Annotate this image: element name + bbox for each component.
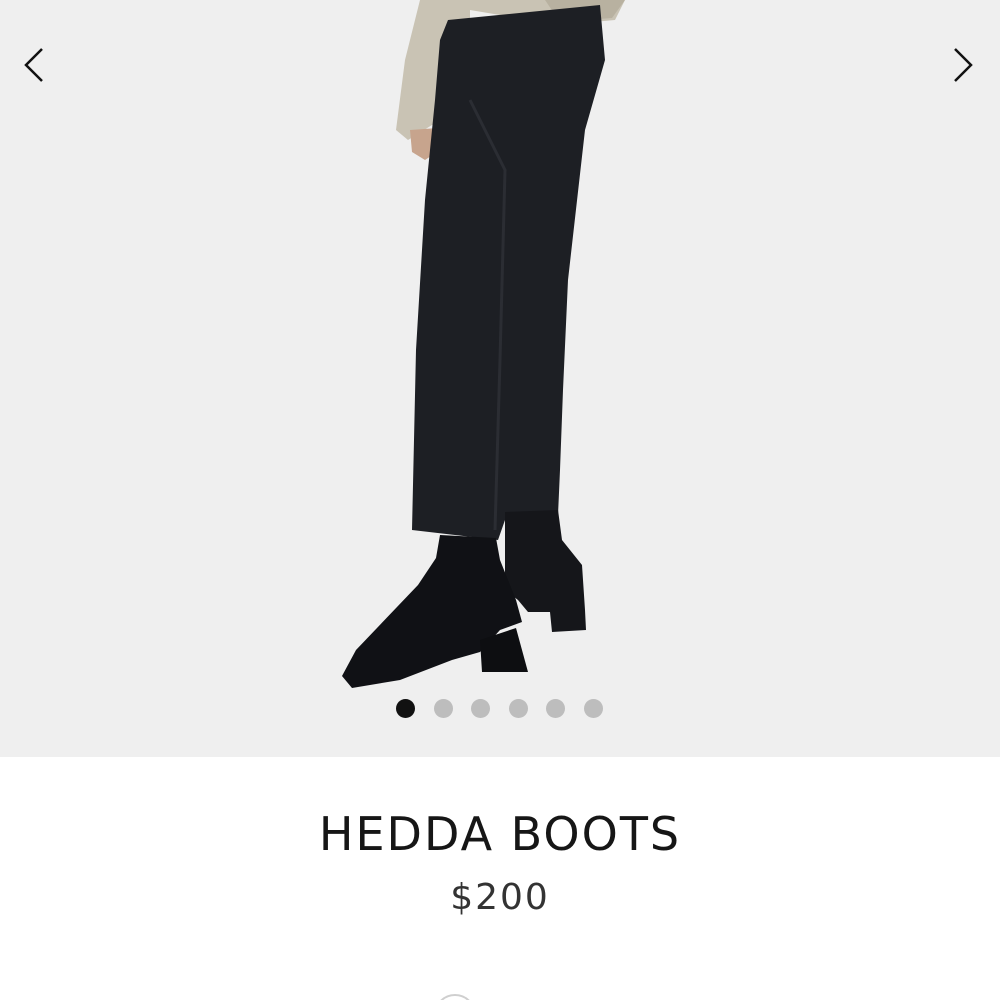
product-price: $200 [450, 877, 550, 918]
slide-dot[interactable] [433, 699, 453, 718]
product-info: HEDDA BOOTS $200 [0, 757, 1000, 1000]
product-image-gallery[interactable] [0, 0, 1000, 757]
product-title: HEDDA BOOTS [318, 807, 682, 861]
slide-dot[interactable] [583, 699, 603, 718]
slide-dot[interactable] [546, 699, 565, 718]
slide-dot[interactable] [471, 699, 490, 718]
slide-dot[interactable] [396, 699, 415, 718]
previous-image-button[interactable] [10, 40, 60, 90]
slide-indicator [396, 699, 611, 719]
partial-button-icon[interactable] [434, 994, 476, 1000]
chevron-left-icon [24, 48, 43, 82]
product-photo [0, 0, 1000, 757]
next-image-button[interactable] [937, 40, 987, 90]
product-page: HEDDA BOOTS $200 [0, 0, 1000, 1000]
slide-dot[interactable] [508, 699, 528, 718]
chevron-right-icon [954, 48, 973, 82]
